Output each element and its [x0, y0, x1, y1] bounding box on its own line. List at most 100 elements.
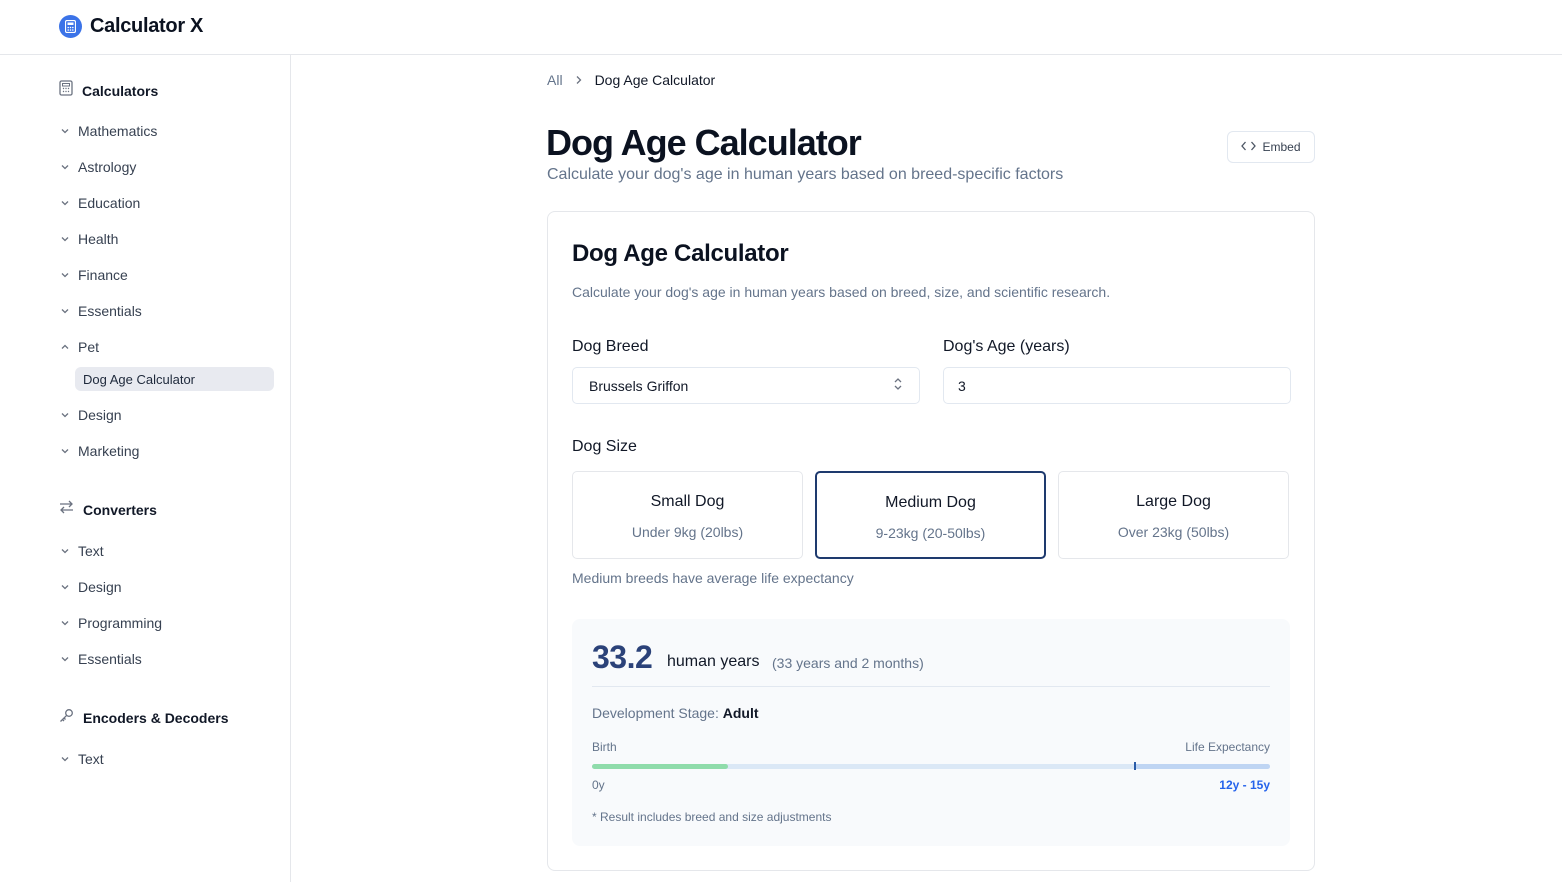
chevron-down-icon [59, 581, 71, 593]
result-value: 33.2 [592, 639, 653, 675]
chevron-down-icon [59, 197, 71, 209]
breadcrumb: All Dog Age Calculator [547, 72, 715, 88]
sidebar-subitem-dog-age-calculator[interactable]: Dog Age Calculator [75, 367, 274, 391]
app-title: Calculator X [90, 15, 204, 37]
section-encoders-decoders[interactable]: Encoders & Decoders [59, 708, 229, 728]
sidebar-item-astrology[interactable]: Astrology [59, 159, 136, 175]
life-progress-bar [592, 762, 1270, 770]
chevron-up-icon [59, 341, 71, 353]
section-label: Calculators [82, 82, 159, 99]
size-option-large[interactable]: Large Dog Over 23kg (50lbs) [1058, 471, 1289, 559]
life-progress-fill [592, 764, 728, 769]
bar-min-label: 0y [592, 778, 605, 792]
calculator-icon [59, 80, 73, 101]
sidebar-item-label: Astrology [78, 159, 137, 175]
age-label: Dog's Age (years) [943, 338, 1070, 355]
sidebar-item-label: Programming [78, 615, 163, 631]
section-calculators[interactable]: Calculators [59, 80, 158, 101]
card-title: Dog Age Calculator [572, 240, 789, 267]
sidebar-item-pet[interactable]: Pet [59, 339, 99, 355]
result-unit: human years [667, 653, 760, 670]
page-subtitle: Calculate your dog's age in human years … [547, 166, 1064, 183]
result-panel: 33.2 human years (33 years and 2 months)… [572, 619, 1290, 846]
embed-button[interactable]: Embed [1227, 131, 1315, 163]
card-description: Calculate your dog's age in human years … [572, 284, 1111, 300]
breed-label: Dog Breed [572, 338, 649, 355]
sidebar-item-mathematics[interactable]: Mathematics [59, 123, 157, 139]
size-option-range: Over 23kg (50lbs) [1117, 524, 1230, 540]
breadcrumb-current: Dog Age Calculator [594, 72, 716, 88]
sidebar-item-label: Marketing [78, 443, 140, 459]
size-option-name: Large Dog [1136, 493, 1211, 510]
size-option-small[interactable]: Small Dog Under 9kg (20lbs) [572, 471, 803, 559]
sidebar-item-label: Finance [78, 267, 128, 283]
chevron-down-icon [59, 409, 71, 421]
key-icon [59, 708, 74, 728]
page-title: Dog Age Calculator [546, 122, 862, 163]
chevron-down-icon [59, 125, 71, 137]
section-label: Encoders & Decoders [83, 710, 229, 726]
stage-value: Adult [722, 705, 759, 721]
breadcrumb-root-link[interactable]: All [547, 72, 563, 88]
chevron-down-icon [59, 233, 71, 245]
bar-left-label: Birth [592, 740, 617, 754]
sidebar-item-essentials[interactable]: Essentials [59, 303, 142, 319]
divider [592, 686, 1270, 687]
chevron-down-icon [59, 545, 71, 557]
sidebar-item-label: Health [78, 231, 119, 247]
size-option-range: Under 9kg (20lbs) [631, 524, 744, 540]
size-option-range: 9-23kg (20-50lbs) [875, 525, 986, 541]
age-input[interactable] [943, 367, 1291, 404]
sidebar-item-converter-programming[interactable]: Programming [59, 615, 162, 631]
code-icon [1241, 140, 1257, 154]
chevron-down-icon [59, 617, 71, 629]
sidebar-item-converter-text[interactable]: Text [59, 543, 104, 559]
section-label: Converters [83, 501, 157, 518]
breed-select[interactable]: Brussels Griffon [572, 367, 920, 404]
size-note: Medium breeds have average life expectan… [572, 570, 854, 586]
sidebar-item-label: Mathematics [78, 123, 158, 139]
life-expectancy-zone [1134, 764, 1270, 769]
chevron-down-icon [59, 161, 71, 173]
development-stage: Development Stage: Adult [592, 705, 759, 721]
chevron-right-icon [575, 72, 583, 88]
chevron-down-icon [59, 653, 71, 665]
size-option-medium[interactable]: Medium Dog 9-23kg (20-50lbs) [815, 471, 1046, 559]
app-logo[interactable]: Calculator X [59, 15, 203, 38]
arrows-swap-icon [59, 500, 74, 519]
breed-select-value: Brussels Griffon [589, 377, 689, 394]
size-label: Dog Size [572, 438, 637, 455]
sidebar-item-label: Design [78, 407, 122, 423]
sidebar: Calculators Mathematics Astrology Educat… [0, 55, 291, 882]
sidebar-item-label: Design [78, 579, 122, 595]
sidebar-item-label: Essentials [78, 651, 142, 667]
sidebar-item-label: Text [78, 751, 104, 767]
chevron-down-icon [59, 753, 71, 765]
chevron-down-icon [59, 269, 71, 281]
sidebar-item-converter-essentials[interactable]: Essentials [59, 651, 142, 667]
section-converters[interactable]: Converters [59, 500, 157, 519]
sidebar-item-design[interactable]: Design [59, 407, 122, 423]
sidebar-item-label: Text [78, 543, 104, 559]
chevron-down-icon [59, 305, 71, 317]
chevron-down-icon [59, 445, 71, 457]
size-option-name: Small Dog [650, 493, 725, 510]
bar-right-label: Life Expectancy [1185, 740, 1270, 754]
sidebar-item-encoder-text[interactable]: Text [59, 751, 104, 767]
result-detail: (33 years and 2 months) [772, 655, 924, 671]
top-bar: Calculator X [0, 0, 1562, 55]
sidebar-item-finance[interactable]: Finance [59, 267, 128, 283]
sidebar-item-converter-design[interactable]: Design [59, 579, 122, 595]
life-expectancy-marker [1134, 762, 1137, 770]
result-footnote: * Result includes breed and size adjustm… [592, 810, 832, 824]
sidebar-item-education[interactable]: Education [59, 195, 140, 211]
sidebar-item-label: Pet [78, 339, 100, 355]
sidebar-item-label: Education [78, 195, 141, 211]
bar-max-label: 12y - 15y [1219, 778, 1270, 792]
sidebar-item-marketing[interactable]: Marketing [59, 443, 139, 459]
sidebar-item-health[interactable]: Health [59, 231, 118, 247]
stage-label: Development Stage: [592, 705, 719, 721]
size-option-name: Medium Dog [885, 494, 976, 511]
sidebar-item-label: Essentials [78, 303, 142, 319]
calculator-icon [59, 15, 82, 38]
